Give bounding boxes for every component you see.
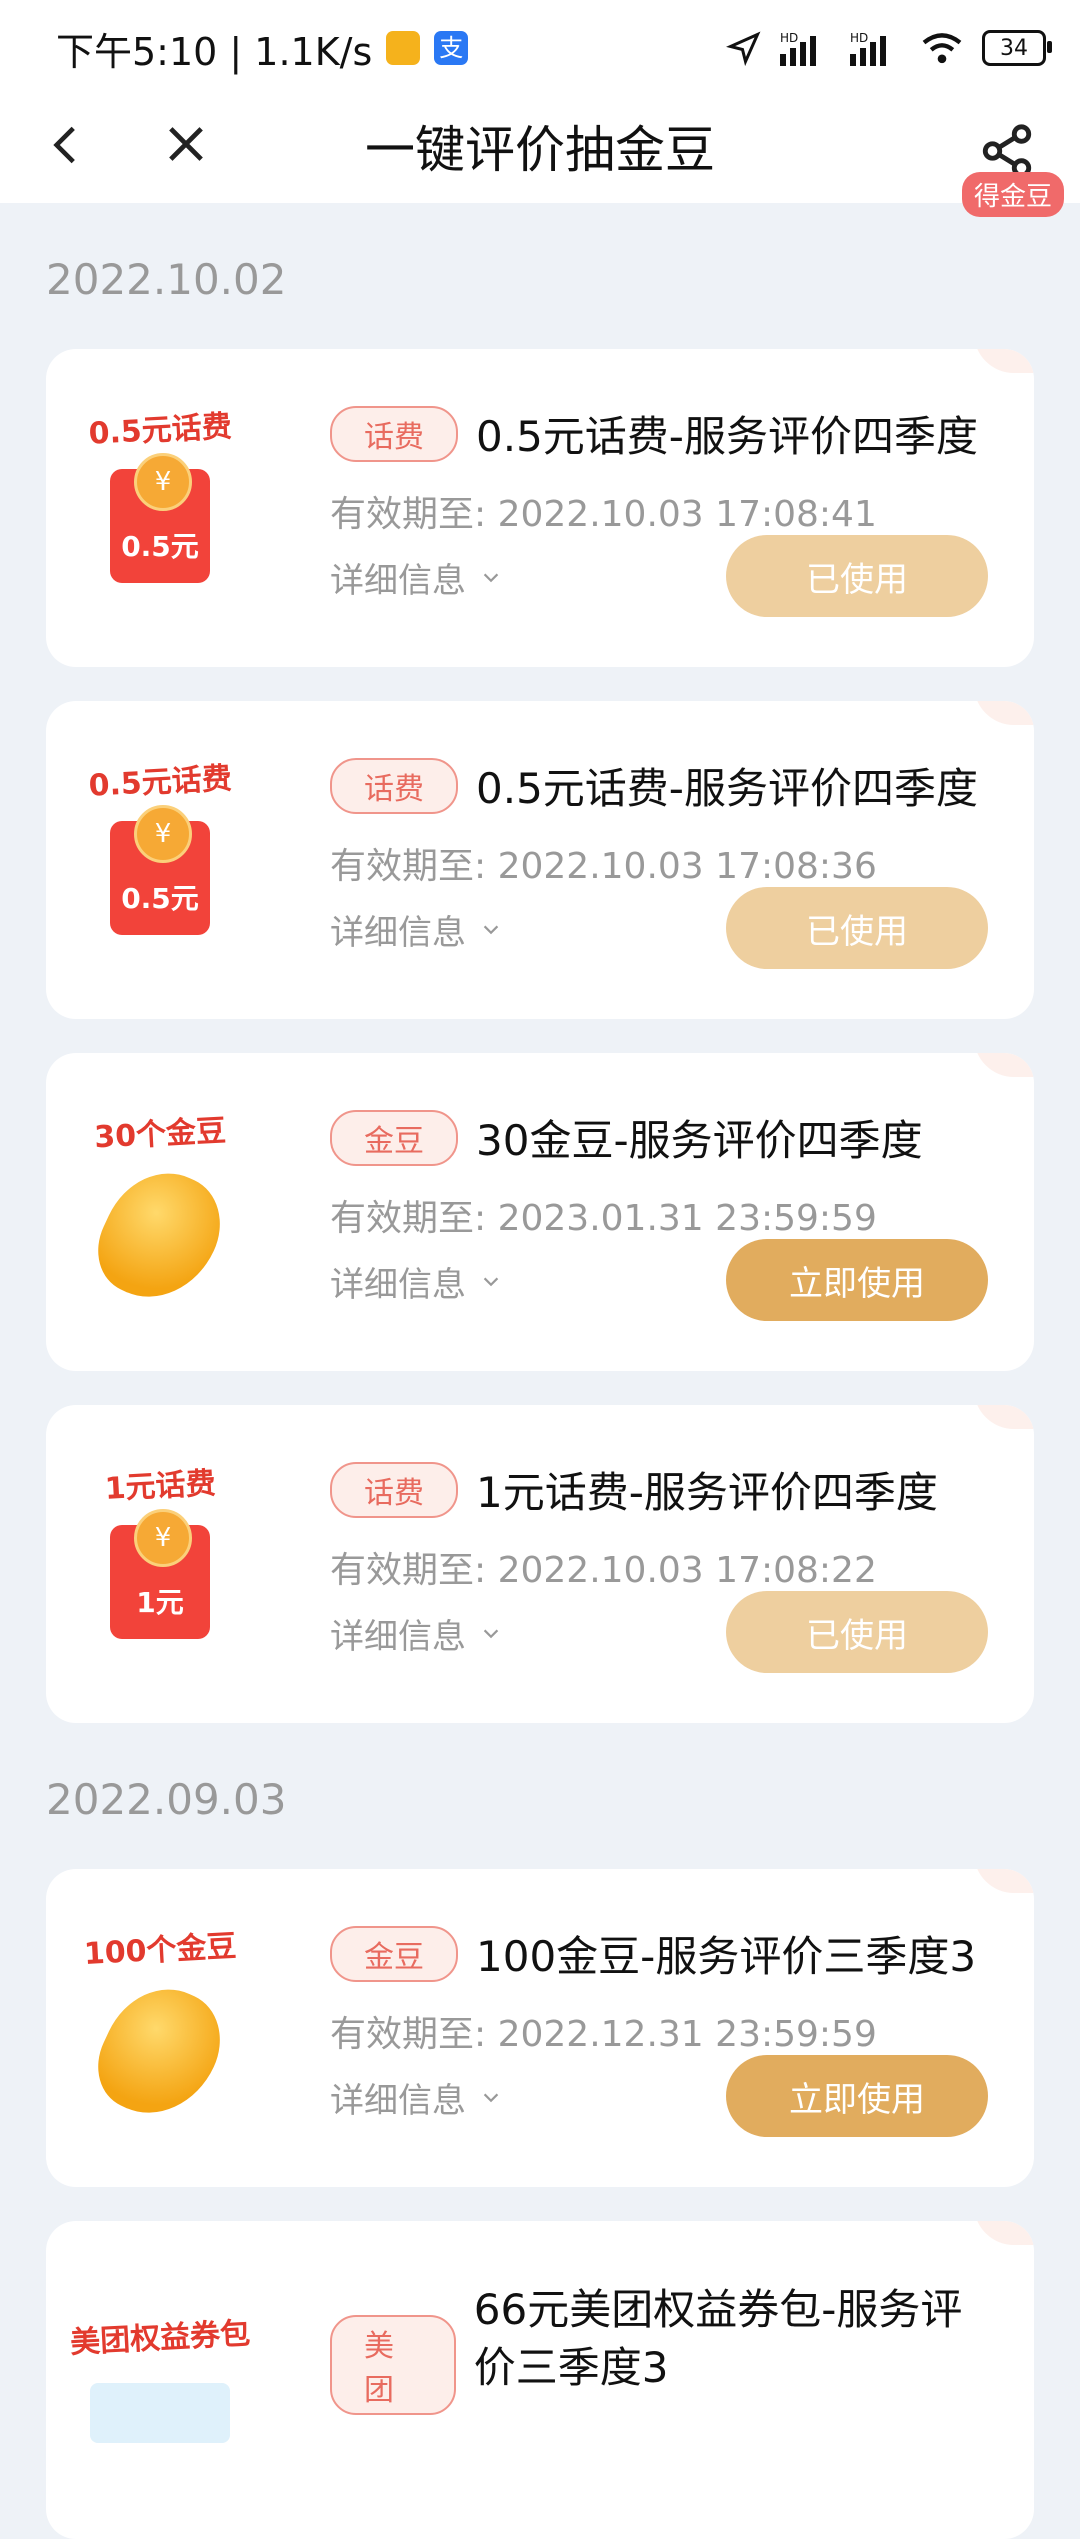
coupon-card: 美团权益券包 美团 66元美团权益券包-服务评价三季度3 bbox=[46, 2221, 1034, 2539]
gold-bean-badge[interactable]: 得金豆 bbox=[961, 172, 1064, 217]
yuan-coin-icon: ¥ bbox=[134, 805, 192, 863]
top-bar: 下午5:10 | 1.1K/s 支 HD HD 34 一键评价抽金豆 得金豆 bbox=[0, 0, 1080, 217]
detail-toggle[interactable]: 详细信息 bbox=[330, 553, 502, 602]
chevron-down-icon bbox=[483, 1629, 499, 1638]
detail-toggle[interactable]: 详细信息 bbox=[330, 1257, 502, 1306]
category-tag: 话费 bbox=[330, 757, 458, 814]
detail-toggle[interactable]: 详细信息 bbox=[330, 1609, 502, 1658]
coupon-list: 2022.10.02 0.5元话费 ¥0.5元 话费 0.5元话费-服务评价四季度… bbox=[0, 255, 1080, 2539]
category-tag: 金豆 bbox=[330, 1109, 458, 1166]
coupon-thumbnail: 30个金豆 bbox=[70, 1109, 250, 1319]
thumb-label: 30个金豆 bbox=[93, 1113, 227, 1156]
svg-text:HD: HD bbox=[850, 31, 868, 45]
gold-bean-icon bbox=[82, 1969, 238, 2135]
coupon-thumbnail: 1元话费 ¥1元 bbox=[70, 1461, 250, 1639]
category-tag: 金豆 bbox=[330, 1925, 458, 1982]
expiry-text: 有效期至: 2022.10.03 17:08:41 bbox=[330, 494, 877, 535]
coupon-name: 66元美团权益券包-服务评价三季度3 bbox=[473, 2285, 963, 2392]
expiry-text: 有效期至: 2022.10.03 17:08:36 bbox=[330, 846, 877, 887]
red-packet-icon: ¥0.5元 bbox=[110, 453, 210, 583]
thumb-label: 100个金豆 bbox=[83, 1929, 238, 1972]
category-tag: 美团 bbox=[330, 2315, 456, 2415]
used-button[interactable]: 已使用 bbox=[726, 1591, 988, 1673]
used-button[interactable]: 已使用 bbox=[726, 535, 988, 617]
thumb-label: 1元话费 bbox=[103, 1466, 217, 1507]
battery-icon: 34 bbox=[982, 30, 1052, 66]
expiry-text: 有效期至: 2023.01.31 23:59:59 bbox=[330, 1198, 877, 1239]
coupon-name: 0.5元话费-服务评价四季度 bbox=[476, 412, 978, 461]
coupon-name: 1元话费-服务评价四季度 bbox=[476, 1468, 938, 1517]
category-tag: 话费 bbox=[330, 1461, 458, 1518]
signal-icon-2: HD bbox=[850, 31, 886, 66]
chevron-down-icon bbox=[483, 1277, 499, 1286]
wifi-icon bbox=[922, 33, 962, 64]
use-now-button[interactable]: 立即使用 bbox=[726, 2055, 988, 2137]
svg-text:HD: HD bbox=[780, 31, 798, 45]
coupon-thumbnail: 0.5元话费 ¥0.5元 bbox=[70, 757, 250, 935]
coupon-card: 0.5元话费 ¥0.5元 话费 0.5元话费-服务评价四季度 有效期至: 2022… bbox=[46, 701, 1034, 1019]
coupon-card: 0.5元话费 ¥0.5元 话费 0.5元话费-服务评价四季度 有效期至: 2022… bbox=[46, 349, 1034, 667]
nav-bar: 一键评价抽金豆 得金豆 bbox=[0, 96, 1080, 217]
thumb-label: 0.5元话费 bbox=[87, 761, 233, 804]
expiry-text: 有效期至: 2022.10.03 17:08:22 bbox=[330, 1550, 877, 1591]
battery-level: 34 bbox=[1000, 35, 1028, 61]
use-now-button[interactable]: 立即使用 bbox=[726, 1239, 988, 1321]
coupon-card: 1元话费 ¥1元 话费 1元话费-服务评价四季度 有效期至: 2022.10.03… bbox=[46, 1405, 1034, 1723]
detail-toggle[interactable]: 详细信息 bbox=[330, 2073, 502, 2122]
coupon-thumbnail: 0.5元话费 ¥0.5元 bbox=[70, 405, 250, 583]
chevron-down-icon bbox=[483, 2093, 499, 2102]
notes-app-icon bbox=[386, 31, 421, 65]
coupon-card: 100个金豆 金豆 100金豆-服务评价三季度3 有效期至: 2022.12.31… bbox=[46, 1869, 1034, 2187]
coupon-card: 30个金豆 金豆 30金豆-服务评价四季度 有效期至: 2023.01.31 23… bbox=[46, 1053, 1034, 1371]
group-date: 2022.10.02 bbox=[46, 255, 287, 304]
coupon-name: 30金豆-服务评价四季度 bbox=[476, 1116, 923, 1165]
detail-toggle[interactable]: 详细信息 bbox=[330, 905, 502, 954]
coupon-name: 0.5元话费-服务评价四季度 bbox=[476, 764, 978, 813]
coupon-thumbnail: 100个金豆 bbox=[70, 1925, 250, 2135]
gold-bean-icon bbox=[82, 1153, 238, 1319]
location-icon bbox=[726, 31, 761, 66]
alipay-icon: 支 bbox=[434, 31, 469, 65]
category-tag: 话费 bbox=[330, 405, 458, 462]
group-date: 2022.09.03 bbox=[46, 1775, 287, 1824]
page-title: 一键评价抽金豆 bbox=[365, 121, 715, 179]
red-packet-icon: ¥0.5元 bbox=[110, 805, 210, 935]
chevron-down-icon bbox=[483, 925, 499, 934]
status-time: 下午5:10 | 1.1K/s bbox=[56, 29, 373, 74]
signal-icon: HD bbox=[780, 31, 816, 66]
coupon-pack-icon bbox=[90, 2383, 230, 2443]
coupon-thumbnail: 美团权益券包 bbox=[69, 2313, 251, 2443]
chevron-down-icon bbox=[483, 573, 499, 582]
thumb-label: 美团权益券包 bbox=[69, 2316, 251, 2361]
status-bar: 下午5:10 | 1.1K/s 支 HD HD 34 bbox=[0, 0, 1080, 96]
thumb-label: 0.5元话费 bbox=[87, 409, 233, 452]
expiry-text: 有效期至: 2022.12.31 23:59:59 bbox=[330, 2014, 877, 2055]
used-button[interactable]: 已使用 bbox=[726, 887, 988, 969]
coupon-name: 100金豆-服务评价三季度3 bbox=[476, 1932, 977, 1981]
yuan-coin-icon: ¥ bbox=[134, 1509, 192, 1567]
yuan-coin-icon: ¥ bbox=[134, 453, 192, 511]
red-packet-icon: ¥1元 bbox=[110, 1509, 210, 1639]
